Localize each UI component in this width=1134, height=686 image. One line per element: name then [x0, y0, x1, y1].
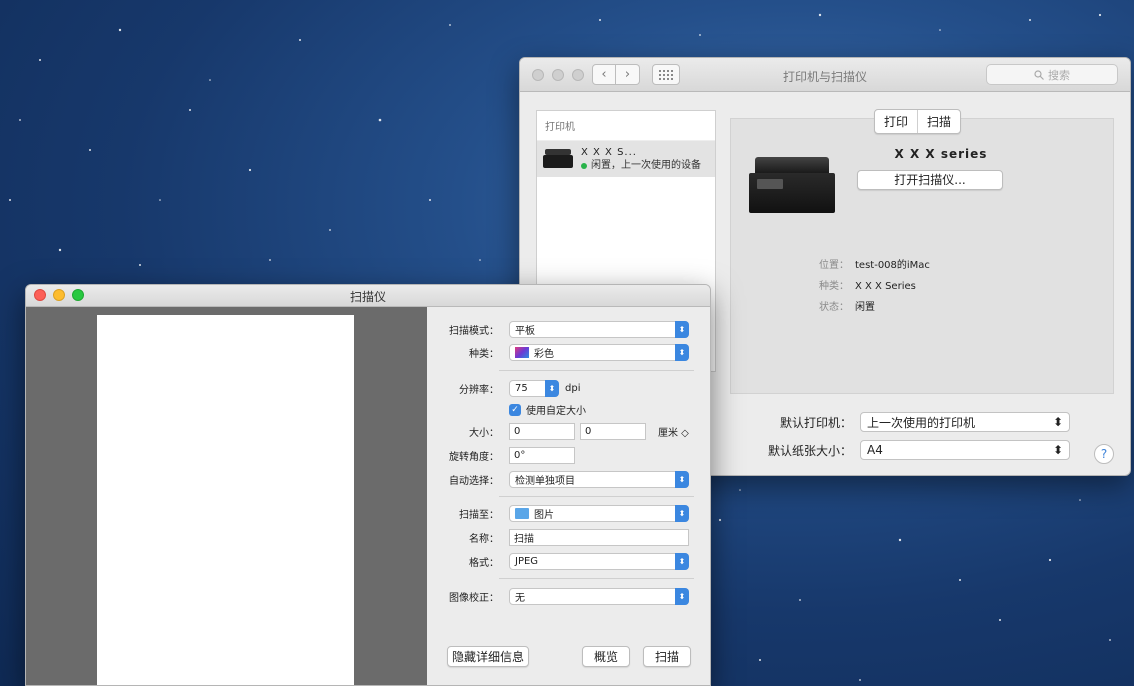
scan-button[interactable]: 扫描	[643, 646, 691, 667]
scan-mode-select[interactable]: 平板 ⬍	[509, 321, 689, 338]
printer-name: X X X S...	[581, 147, 637, 158]
resolution-select[interactable]: 75 ⬍	[509, 380, 559, 397]
correction-label: 图像校正：	[449, 593, 499, 604]
auto-select-label: 自动选择：	[449, 476, 499, 487]
scan-to-label: 扫描至：	[459, 510, 499, 521]
list-header: 打印机	[537, 111, 715, 141]
custom-size-label: 使用自定大小	[526, 406, 586, 417]
resolution-unit: dpi	[565, 383, 581, 394]
size-unit-select[interactable]: 厘米 ◇	[658, 424, 689, 439]
folder-icon	[515, 508, 529, 519]
divider	[499, 370, 694, 371]
printer-status-text: 闲置，上一次使用的设备	[591, 160, 701, 171]
kind-value: 彩色	[534, 349, 554, 360]
kind-label: 种类：	[469, 349, 499, 360]
scan-to-value: 图片	[534, 510, 554, 521]
printer-status: 闲置，上一次使用的设备	[581, 159, 701, 172]
updown-arrows-icon: ⬍	[1052, 415, 1063, 429]
scanner-titlebar: 扫描仪	[26, 285, 710, 307]
kind-select[interactable]: 彩色 ⬍	[509, 344, 689, 361]
resolution-label: 分辨率：	[459, 385, 499, 396]
rotation-input[interactable]: 0°	[509, 447, 575, 464]
prefs-titlebar: ‹ › 打印机与扫描仪 搜索	[520, 58, 1130, 92]
scanner-window: 扫描仪 扫描模式： 平板 ⬍ 种类： 彩色 ⬍ 分辨率： 75 ⬍ dpi ✓ 使用自…	[25, 284, 711, 686]
prefs-defaults: 默认打印机： 上一次使用的打印机 ⬍ 默认纸张大小： A4 ⬍	[750, 412, 1070, 468]
scan-preview-page	[97, 315, 354, 685]
updown-arrows-icon: ⬍	[545, 380, 559, 397]
scan-mode-value: 平板	[515, 326, 535, 337]
search-placeholder: 搜索	[1048, 68, 1070, 82]
search-input[interactable]: 搜索	[986, 64, 1118, 85]
default-paper-label: 默认纸张大小：	[767, 443, 852, 458]
overview-button[interactable]: 概览	[582, 646, 630, 667]
printer-list-item[interactable]: X X X S... 闲置，上一次使用的设备	[537, 141, 715, 177]
printer-image	[749, 157, 835, 219]
format-select[interactable]: JPEG ⬍	[509, 553, 689, 570]
default-printer-label: 默认打印机：	[779, 415, 852, 430]
resolution-value: 75	[515, 383, 528, 394]
kind-value: X X X Series	[855, 281, 916, 292]
search-icon	[1034, 69, 1044, 80]
color-icon	[515, 347, 529, 358]
auto-select-select[interactable]: 检测单独项目 ⬍	[509, 471, 689, 488]
print-scan-tabs: 打印 扫描	[874, 109, 962, 134]
scan-mode-label: 扫描模式：	[449, 326, 499, 337]
updown-arrows-icon: ⬍	[1052, 443, 1063, 457]
updown-arrows-icon: ⬍	[675, 588, 689, 605]
updown-arrows-icon: ⬍	[675, 344, 689, 361]
divider	[499, 578, 694, 579]
updown-arrows-icon: ⬍	[675, 553, 689, 570]
size-height-input[interactable]: 0	[580, 423, 646, 440]
correction-value: 无	[515, 593, 525, 604]
hide-details-button[interactable]: 隐藏详细信息	[447, 646, 529, 667]
scan-to-select[interactable]: 图片 ⬍	[509, 505, 689, 522]
default-paper-value: A4	[867, 443, 883, 457]
scan-settings-panel: 扫描模式： 平板 ⬍ 种类： 彩色 ⬍ 分辨率： 75 ⬍ dpi ✓ 使用自定大小 …	[427, 307, 710, 685]
help-button[interactable]: ?	[1094, 444, 1114, 464]
default-printer-select[interactable]: 上一次使用的打印机 ⬍	[860, 412, 1070, 432]
correction-select[interactable]: 无 ⬍	[509, 588, 689, 605]
status-dot-icon	[581, 162, 587, 169]
location-value: test-008的iMac	[855, 260, 930, 271]
updown-arrows-icon: ⬍	[675, 321, 689, 338]
printer-icon	[543, 149, 573, 169]
updown-arrows-icon: ⬍	[675, 471, 689, 488]
size-label: 大小：	[469, 428, 499, 439]
location-label: 位置：	[819, 260, 849, 271]
format-label: 格式：	[469, 558, 499, 569]
printer-title: X X X series	[894, 147, 988, 161]
status-value: 闲置	[855, 302, 875, 313]
default-printer-value: 上一次使用的打印机	[867, 415, 976, 430]
tab-print[interactable]: 打印	[875, 110, 917, 133]
format-value: JPEG	[515, 556, 539, 567]
name-input[interactable]: 扫描	[509, 529, 689, 546]
rotation-label: 旋转角度：	[449, 452, 499, 463]
divider	[499, 496, 694, 497]
auto-select-value: 检测单独项目	[515, 476, 575, 487]
printer-detail-panel: 打印 扫描 X X X series 打开扫描仪... 位置： test-008的…	[730, 109, 1114, 394]
kind-label: 种类：	[819, 281, 849, 292]
custom-size-checkbox[interactable]: ✓	[509, 403, 521, 416]
name-label: 名称：	[469, 534, 499, 545]
updown-arrows-icon: ⬍	[675, 505, 689, 522]
scan-preview-area[interactable]	[26, 307, 427, 685]
open-scanner-button[interactable]: 打开扫描仪...	[857, 170, 1003, 190]
size-width-input[interactable]: 0	[509, 423, 575, 440]
printer-info: 位置： test-008的iMac 种类： X X X Series 状态： 闲置	[809, 255, 930, 318]
status-label: 状态：	[819, 302, 849, 313]
default-paper-select[interactable]: A4 ⬍	[860, 440, 1070, 460]
window-title: 扫描仪	[349, 290, 386, 304]
tab-scan[interactable]: 扫描	[917, 110, 960, 133]
